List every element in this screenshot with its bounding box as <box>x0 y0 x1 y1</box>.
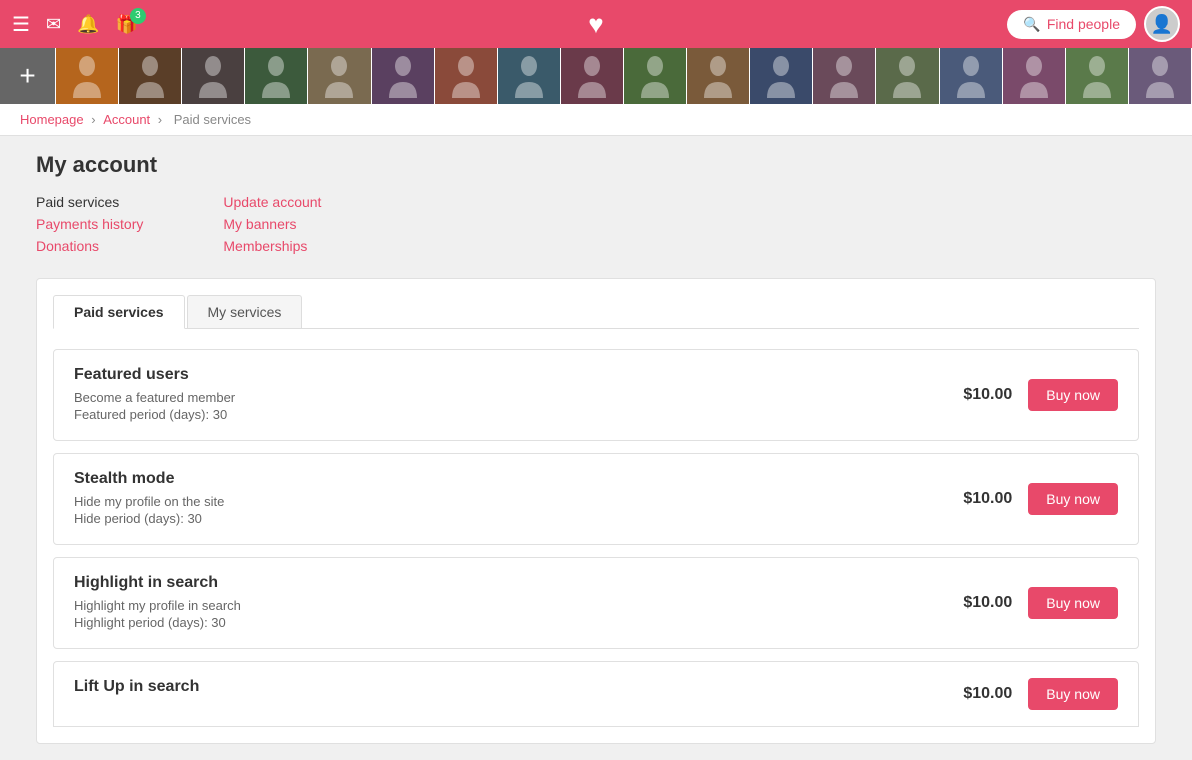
notification-badge: 3 <box>130 8 146 24</box>
donations-link[interactable]: Donations <box>36 238 143 254</box>
list-item[interactable] <box>498 48 561 104</box>
tab-paid-services[interactable]: Paid services <box>53 295 185 329</box>
find-people-button[interactable]: 🔍 Find people <box>1007 10 1136 39</box>
photo-strip: + <box>0 48 1192 104</box>
service-desc2: Featured period (days): 30 <box>74 407 963 422</box>
service-info: Stealth mode Hide my profile on the site… <box>74 470 963 528</box>
paid-services-menu-item: Paid services <box>36 194 143 210</box>
my-banners-link[interactable]: My banners <box>223 216 321 232</box>
memberships-link[interactable]: Memberships <box>223 238 321 254</box>
service-info: Lift Up in search <box>74 678 963 702</box>
service-card-stealth-mode: Stealth mode Hide my profile on the site… <box>53 453 1139 545</box>
service-card-lift-up: Lift Up in search $10.00 Buy now <box>53 661 1139 727</box>
list-item[interactable] <box>687 48 750 104</box>
payments-history-link[interactable]: Payments history <box>36 216 143 232</box>
heart-logo-icon: ♥ <box>588 9 603 39</box>
list-item[interactable] <box>750 48 813 104</box>
service-price: $10.00 <box>963 594 1012 612</box>
service-name: Featured users <box>74 366 963 384</box>
account-menu-col2: Update account My banners Memberships <box>223 194 321 254</box>
breadcrumb-current: Paid services <box>174 112 251 127</box>
topnav-left: ☰ ✉ 🔔 🎁 3 <box>12 12 138 37</box>
list-item[interactable] <box>940 48 1003 104</box>
breadcrumb-account-link[interactable]: Account <box>103 112 150 127</box>
service-price: $10.00 <box>963 490 1012 508</box>
tabs: Paid services My services <box>53 295 1139 329</box>
service-price-action: $10.00 Buy now <box>963 678 1118 710</box>
list-item[interactable] <box>308 48 371 104</box>
service-price-action: $10.00 Buy now <box>963 587 1118 619</box>
service-desc2: Hide period (days): 30 <box>74 511 963 526</box>
list-item[interactable] <box>624 48 687 104</box>
list-item[interactable] <box>813 48 876 104</box>
list-item[interactable] <box>435 48 498 104</box>
service-desc1: Hide my profile on the site <box>74 494 963 509</box>
hamburger-icon[interactable]: ☰ <box>12 12 30 37</box>
buy-stealth-mode-button[interactable]: Buy now <box>1028 483 1118 515</box>
page-title: My account <box>36 152 1156 178</box>
services-container: Paid services My services Featured users… <box>36 278 1156 744</box>
service-info: Highlight in search Highlight my profile… <box>74 574 963 632</box>
topnav: ☰ ✉ 🔔 🎁 3 ♥ 🔍 Find people 👤 <box>0 0 1192 48</box>
list-item[interactable] <box>119 48 182 104</box>
account-menu-col1: Paid services Payments history Donations <box>36 194 143 254</box>
service-price: $10.00 <box>963 685 1012 703</box>
list-item[interactable] <box>1129 48 1192 104</box>
account-menu: Paid services Payments history Donations… <box>36 194 1156 254</box>
breadcrumb-sep2: › <box>158 112 166 127</box>
messages-icon[interactable]: ✉ <box>46 14 61 35</box>
find-people-label: Find people <box>1047 16 1120 32</box>
notifications-icon[interactable]: 🔔 <box>77 14 99 35</box>
service-desc1: Become a featured member <box>74 390 963 405</box>
buy-highlight-search-button[interactable]: Buy now <box>1028 587 1118 619</box>
list-item[interactable] <box>56 48 119 104</box>
buy-lift-up-button[interactable]: Buy now <box>1028 678 1118 710</box>
list-item[interactable] <box>1066 48 1129 104</box>
service-price-action: $10.00 Buy now <box>963 379 1118 411</box>
list-item[interactable] <box>182 48 245 104</box>
breadcrumb-sep1: › <box>91 112 99 127</box>
service-name: Highlight in search <box>74 574 963 592</box>
avatar[interactable]: 👤 <box>1144 6 1180 42</box>
topnav-center: ♥ <box>588 9 603 40</box>
service-price: $10.00 <box>963 386 1012 404</box>
service-desc2: Highlight period (days): 30 <box>74 615 963 630</box>
list-item[interactable] <box>1003 48 1066 104</box>
breadcrumb: Homepage › Account › Paid services <box>0 104 1192 136</box>
service-card-featured-users: Featured users Become a featured member … <box>53 349 1139 441</box>
gift-icon-wrap[interactable]: 🎁 3 <box>115 14 137 35</box>
topnav-right: 🔍 Find people 👤 <box>1007 6 1180 42</box>
service-name: Lift Up in search <box>74 678 963 696</box>
buy-featured-users-button[interactable]: Buy now <box>1028 379 1118 411</box>
service-price-action: $10.00 Buy now <box>963 483 1118 515</box>
list-item[interactable] <box>876 48 939 104</box>
breadcrumb-homepage-link[interactable]: Homepage <box>20 112 84 127</box>
main-content: My account Paid services Payments histor… <box>16 136 1176 760</box>
service-card-highlight-search: Highlight in search Highlight my profile… <box>53 557 1139 649</box>
tab-my-services[interactable]: My services <box>187 295 303 328</box>
service-desc1: Highlight my profile in search <box>74 598 963 613</box>
list-item[interactable] <box>372 48 435 104</box>
add-photo-button[interactable]: + <box>0 48 56 104</box>
list-item[interactable] <box>561 48 624 104</box>
list-item[interactable] <box>245 48 308 104</box>
service-info: Featured users Become a featured member … <box>74 366 963 424</box>
service-name: Stealth mode <box>74 470 963 488</box>
update-account-link[interactable]: Update account <box>223 194 321 210</box>
search-icon: 🔍 <box>1023 16 1040 33</box>
